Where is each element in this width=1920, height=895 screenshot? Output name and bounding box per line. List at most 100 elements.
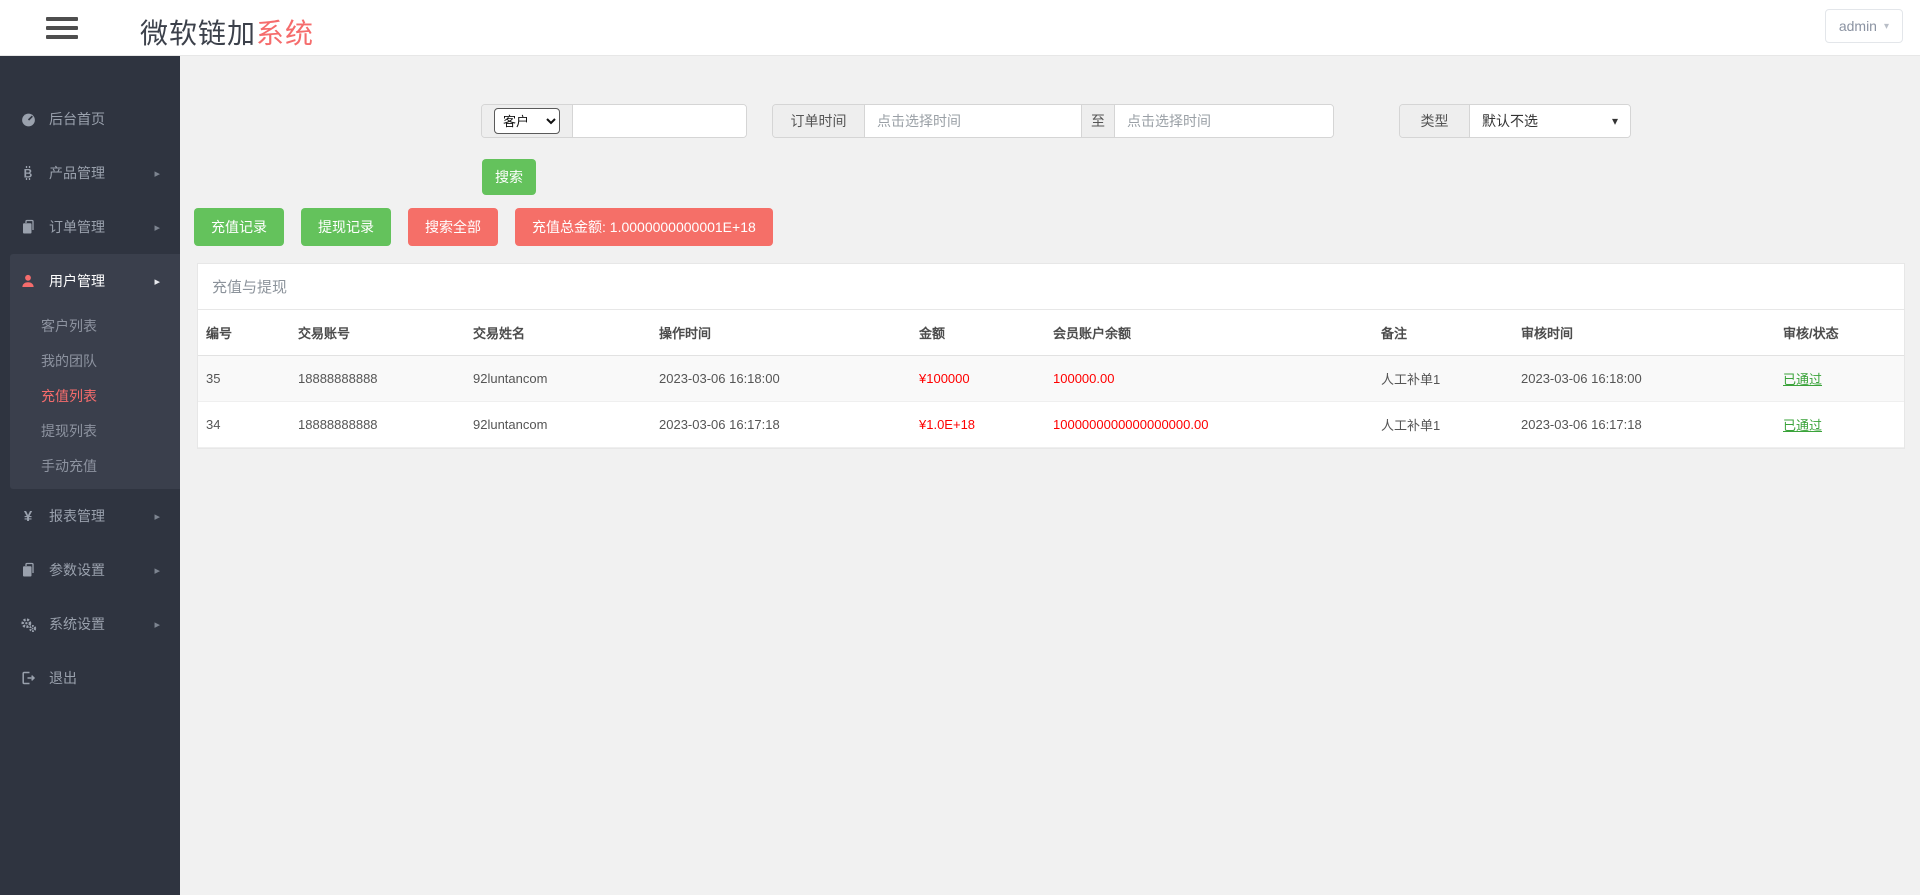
sidebar-subitem-manual-recharge[interactable]: 手动充值 xyxy=(10,448,180,483)
date-range-filter-group: 订单时间 至 xyxy=(772,104,1334,138)
chevron-right-icon: ▸ xyxy=(154,167,160,180)
col-header-op-time: 操作时间 xyxy=(651,310,911,356)
recharge-total-badge: 充值总金额: 1.0000000000001E+18 xyxy=(515,208,773,246)
sidebar-item-products[interactable]: B 产品管理 ▸ xyxy=(0,146,180,200)
sidebar-subitem-recharge-list[interactable]: 充值列表 xyxy=(10,378,180,413)
files-icon xyxy=(18,219,38,235)
status-approved-link[interactable]: 已通过 xyxy=(1783,418,1822,433)
cell-op-time: 2023-03-06 16:17:18 xyxy=(651,401,911,448)
cell-name: 92luntancom xyxy=(465,401,651,448)
brand-accent: 系统 xyxy=(256,18,315,49)
recharge-withdraw-panel: 充值与提现 编号 交易账号 交易姓名 操作时间 金额 会员账户余额 备注 审核时… xyxy=(197,263,1905,449)
cell-remark: 人工补单1 xyxy=(1373,355,1513,402)
field-select-addon: 客户 xyxy=(482,105,573,137)
withdraw-records-button[interactable]: 提现记录 xyxy=(301,208,391,246)
chevron-right-icon: ▸ xyxy=(154,564,160,577)
cell-audit-time: 2023-03-06 16:18:00 xyxy=(1513,355,1775,402)
search-all-button[interactable]: 搜索全部 xyxy=(408,208,498,246)
cell-op-time: 2023-03-06 16:18:00 xyxy=(651,355,911,402)
order-time-label: 订单时间 xyxy=(773,105,865,137)
subitem-label: 手动充值 xyxy=(41,457,97,474)
panel-title: 充值与提现 xyxy=(198,264,1904,310)
action-bar: 充值记录 提现记录 搜索全部 充值总金额: 1.0000000000001E+1… xyxy=(194,208,1905,246)
cell-amount: ¥100000 xyxy=(911,355,1045,402)
cell-balance: 100000.00 xyxy=(1045,355,1373,402)
field-select[interactable]: 客户 xyxy=(494,108,560,134)
chevron-right-icon: ▸ xyxy=(154,618,160,631)
user-dropdown[interactable]: admin ▾ xyxy=(1824,9,1903,43)
caret-down-icon: ▾ xyxy=(1883,20,1889,32)
user-name: admin xyxy=(1838,18,1877,34)
cell-name: 92luntancom xyxy=(465,355,651,402)
cell-id: 34 xyxy=(198,401,290,448)
subitem-label: 提现列表 xyxy=(41,422,97,439)
sidebar-group-users: 用户管理 ▸ 客户列表 我的团队 充值列表 提现列表 手动充值 xyxy=(10,254,180,489)
sidebar-item-label: 系统设置 xyxy=(49,616,105,632)
sidebar-subitem-my-team[interactable]: 我的团队 xyxy=(10,343,180,378)
sidebar-item-dashboard[interactable]: 后台首页 xyxy=(0,92,180,146)
user-icon xyxy=(18,273,38,289)
col-header-amount: 金额 xyxy=(911,310,1045,356)
chevron-right-icon: ▸ xyxy=(154,510,160,523)
svg-text:B: B xyxy=(24,167,33,181)
sidebar-item-parameters[interactable]: 参数设置 ▸ xyxy=(0,543,180,597)
sidebar-item-label: 订单管理 xyxy=(49,219,105,235)
col-header-status: 审核/状态 xyxy=(1775,310,1904,356)
main-content: 客户 订单时间 至 类型 默认不选 ▾ xyxy=(180,56,1920,895)
files-icon xyxy=(18,562,38,578)
cell-balance: 1000000000000000000.00 xyxy=(1045,401,1373,448)
table-header-row: 编号 交易账号 交易姓名 操作时间 金额 会员账户余额 备注 审核时间 审核/状… xyxy=(198,310,1904,356)
sidebar-subitem-withdraw-list[interactable]: 提现列表 xyxy=(10,413,180,448)
sidebar-item-label: 退出 xyxy=(49,670,77,686)
table-row: 34 18888888888 92luntancom 2023-03-06 16… xyxy=(198,401,1904,448)
status-approved-link[interactable]: 已通过 xyxy=(1783,372,1822,387)
sidebar-subitem-customer-list[interactable]: 客户列表 xyxy=(10,308,180,343)
hamburger-menu-icon[interactable] xyxy=(46,17,78,39)
sidebar-item-label: 报表管理 xyxy=(49,508,105,524)
recharge-table: 编号 交易账号 交易姓名 操作时间 金额 会员账户余额 备注 审核时间 审核/状… xyxy=(198,310,1904,448)
sidebar-item-logout[interactable]: 退出 xyxy=(0,651,180,705)
sidebar-item-users[interactable]: 用户管理 ▸ xyxy=(10,254,180,308)
col-header-remark: 备注 xyxy=(1373,310,1513,356)
cell-id: 35 xyxy=(198,355,290,402)
cell-account: 18888888888 xyxy=(290,355,465,402)
col-header-audit-time: 审核时间 xyxy=(1513,310,1775,356)
type-select[interactable]: 默认不选 xyxy=(1470,105,1630,137)
top-header: 微软链加系统 admin ▾ xyxy=(0,0,1920,56)
subitem-label: 客户列表 xyxy=(41,317,97,334)
to-label: 至 xyxy=(1081,105,1115,137)
type-filter-group: 类型 默认不选 ▾ xyxy=(1399,104,1631,138)
chevron-right-icon: ▸ xyxy=(154,221,160,234)
subitem-label: 充值列表 xyxy=(41,387,97,404)
keyword-input[interactable] xyxy=(573,105,746,137)
cell-remark: 人工补单1 xyxy=(1373,401,1513,448)
dashboard-icon xyxy=(18,111,38,128)
chevron-right-icon: ▸ xyxy=(154,275,160,288)
sidebar-item-reports[interactable]: ¥ 报表管理 ▸ xyxy=(0,489,180,543)
filter-bar: 客户 订单时间 至 类型 默认不选 ▾ xyxy=(180,104,1920,138)
recharge-records-button[interactable]: 充值记录 xyxy=(194,208,284,246)
date-from-input[interactable] xyxy=(865,105,1081,137)
search-button[interactable]: 搜索 xyxy=(482,159,536,195)
gears-icon xyxy=(18,616,38,633)
sidebar-item-system-settings[interactable]: 系统设置 ▸ xyxy=(0,597,180,651)
col-header-name: 交易姓名 xyxy=(465,310,651,356)
sidebar-item-label: 产品管理 xyxy=(49,165,105,181)
brand-main: 微软链加 xyxy=(140,18,257,49)
bitcoin-icon: B xyxy=(18,165,38,181)
subitem-label: 我的团队 xyxy=(41,352,97,369)
logout-icon xyxy=(18,670,38,686)
col-header-account: 交易账号 xyxy=(290,310,465,356)
cell-audit-time: 2023-03-06 16:17:18 xyxy=(1513,401,1775,448)
sidebar-item-orders[interactable]: 订单管理 ▸ xyxy=(0,200,180,254)
cell-amount: ¥1.0E+18 xyxy=(911,401,1045,448)
sidebar-item-label: 参数设置 xyxy=(49,562,105,578)
sidebar-item-label: 后台首页 xyxy=(49,111,105,127)
date-to-input[interactable] xyxy=(1115,105,1333,137)
table-row: 35 18888888888 92luntancom 2023-03-06 16… xyxy=(198,355,1904,402)
col-header-id: 编号 xyxy=(198,310,290,356)
yen-icon: ¥ xyxy=(23,507,33,525)
type-label: 类型 xyxy=(1400,105,1470,137)
col-header-balance: 会员账户余额 xyxy=(1045,310,1373,356)
brand-title: 微软链加系统 xyxy=(140,12,314,52)
